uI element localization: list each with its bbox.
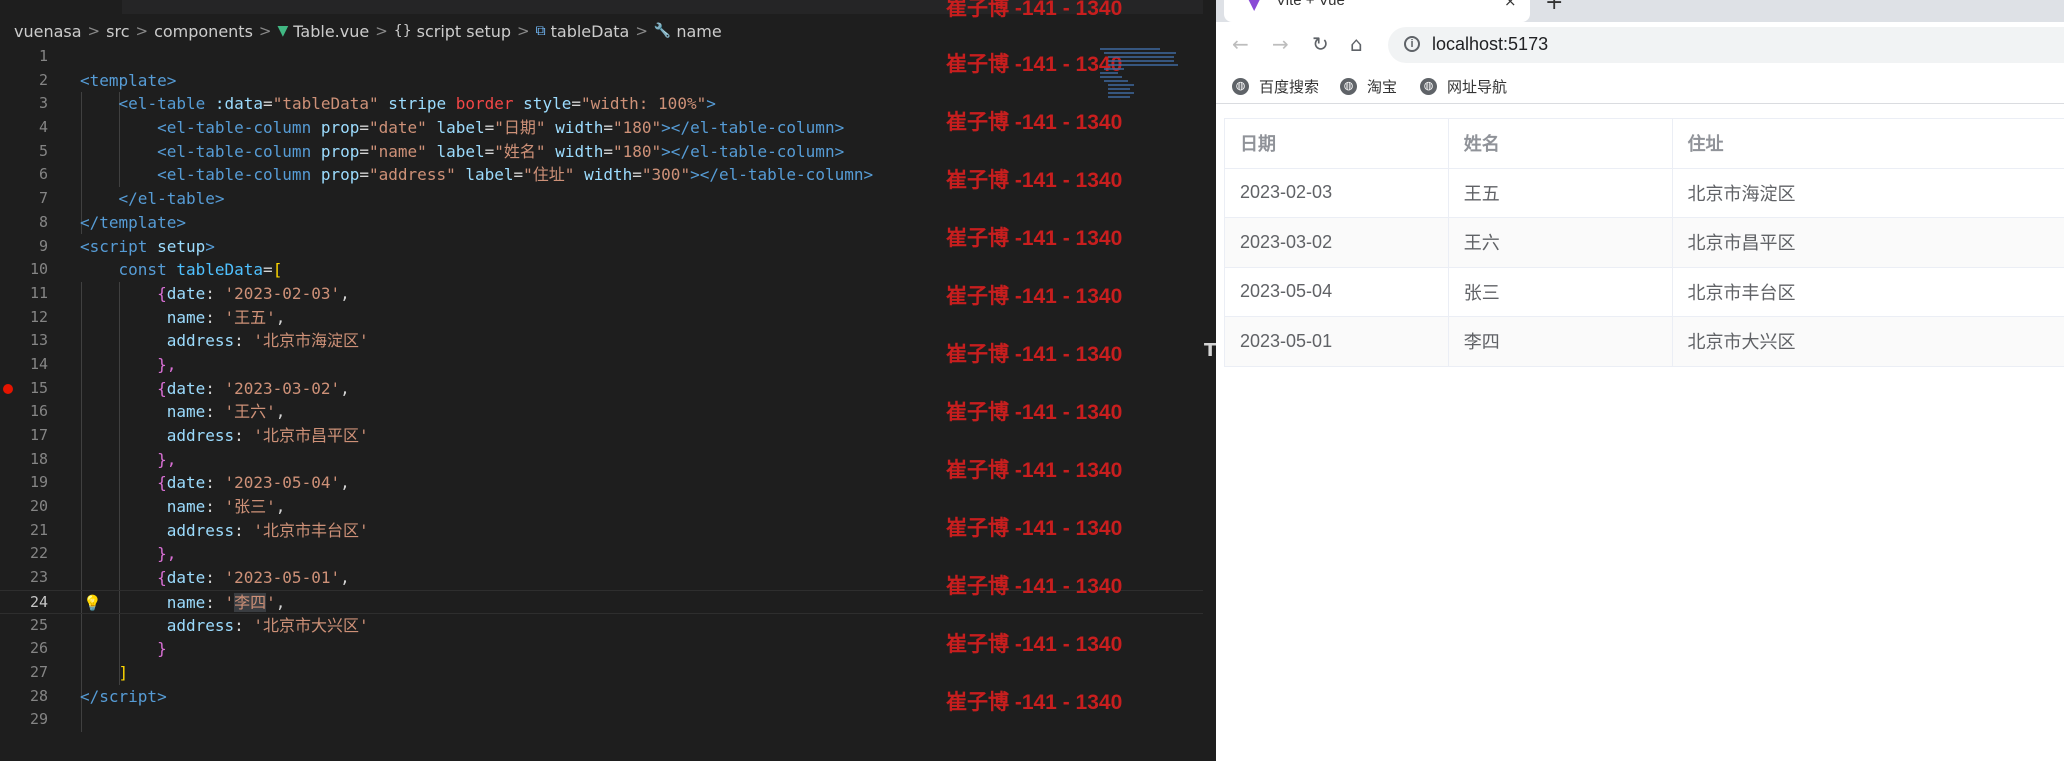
globe-icon: ◍ [1340, 78, 1357, 95]
code-line: 17 address: '北京市昌平区' [29, 426, 369, 445]
breadcrumb-separator: > [87, 22, 101, 40]
code-line: 10 const tableData=[ [29, 260, 283, 280]
watermark: 崔子博 -141 - 1340 [946, 0, 1123, 20]
watermark: 崔子博 -141 - 1340 [946, 517, 1123, 540]
code-line: 5 <el-table-column prop="name" label="姓名… [38, 141, 845, 161]
editor-tab[interactable] [122, 0, 240, 14]
close-icon[interactable]: × [1504, 0, 1517, 10]
breadcrumb-separator: > [517, 22, 530, 40]
new-tab-button[interactable]: + [1545, 0, 1563, 15]
breakpoint-icon[interactable] [3, 383, 13, 394]
bookmark-item[interactable]: ◍ 淘宝 [1340, 76, 1397, 97]
table-cell: 2023-02-03 [1224, 167, 1449, 218]
globe-icon: ◍ [1232, 78, 1249, 95]
table-cell: 2023-03-02 [1224, 217, 1449, 268]
editor-tab-active[interactable] [0, 0, 122, 14]
breadcrumb-item-components[interactable]: components [154, 22, 253, 41]
watermark: 崔子博 -141 - 1340 [946, 691, 1123, 714]
watermark: 崔子博 -141 - 1340 [946, 169, 1123, 192]
watermark: 崔子博 -141 - 1340 [946, 633, 1123, 656]
watermark: 崔子博 -141 - 1340 [946, 227, 1123, 250]
breadcrumb-separator: > [135, 22, 149, 40]
watermark: 崔子博 -141 - 1340 [946, 401, 1123, 424]
home-button[interactable]: ⌂ [1350, 32, 1363, 56]
table-cell: 王五 [1447, 167, 1673, 218]
column-header-address[interactable]: 住址 [1671, 118, 2064, 169]
bookmark-item[interactable]: ◍ 百度搜索 [1232, 76, 1319, 97]
breadcrumb-separator: > [635, 22, 648, 40]
browser-tab-strip: ▼ Vite + Vue × + [1216, 0, 2064, 22]
breadcrumb-item-project[interactable]: vuenasa [14, 22, 82, 41]
globe-icon: ◍ [1420, 78, 1437, 95]
table-cell: 2023-05-04 [1224, 266, 1449, 317]
bookmark-item[interactable]: ◍ 网址导航 [1420, 76, 1507, 97]
column-header-date[interactable]: 日期 [1224, 118, 1449, 169]
minimap[interactable] [1100, 46, 1180, 102]
edge-glyph: T [1204, 340, 1216, 361]
watermark: 崔子博 -141 - 1340 [946, 575, 1123, 598]
table-cell: 王六 [1447, 217, 1673, 268]
reload-button[interactable]: ↻ [1312, 32, 1329, 56]
vite-icon: ▼ [1248, 0, 1261, 13]
browser-toolbar: ← → ↻ ⌂ i localhost:5173 [1216, 22, 2064, 68]
info-icon[interactable]: i [1404, 36, 1420, 52]
bookmarks-bar: ◍ 百度搜索 ◍ 淘宝 ◍ 网址导航 [1216, 68, 2064, 104]
wrench-icon: 🔧 [653, 23, 672, 39]
table-header-row: 日期 姓名 住址 [1224, 118, 2064, 169]
watermark: 崔子博 -141 - 1340 [946, 459, 1123, 482]
text-selection: 李四 [234, 592, 267, 612]
address-bar[interactable]: i localhost:5173 [1388, 27, 2064, 63]
browser-tab[interactable]: ▼ Vite + Vue × [1224, 0, 1530, 22]
data-table: 日期 姓名 住址 2023-02-03 王五 北京市海淀区 2023-03-02… [1224, 118, 2064, 367]
breadcrumb-separator: > [258, 22, 272, 40]
breadcrumb-item-script-setup[interactable]: {} script setup [394, 22, 511, 41]
watermark: 崔子博 -141 - 1340 [946, 111, 1123, 134]
table-cell: 北京市丰台区 [1671, 266, 2064, 317]
url-text[interactable]: localhost:5173 [1432, 34, 1548, 55]
table-cell: 北京市大兴区 [1671, 316, 2064, 367]
vue-icon: ▼ [277, 23, 289, 39]
watermark: 崔子博 -141 - 1340 [946, 53, 1123, 76]
table-row: 2023-05-01 李四 北京市大兴区 [1224, 316, 2064, 367]
table-cell: 张三 [1447, 266, 1673, 317]
code-line: 27 ] [29, 662, 129, 682]
table-cell: 北京市海淀区 [1671, 167, 2064, 218]
variable-icon: ⧉ [535, 23, 546, 39]
tab-title: Vite + Vue [1276, 0, 1345, 9]
table-cell: 李四 [1447, 316, 1673, 367]
column-header-name[interactable]: 姓名 [1447, 118, 1673, 169]
browser-window: ▼ Vite + Vue × + ← → ↻ ⌂ i localhost:517… [1216, 0, 2064, 761]
breadcrumb-item-tabledata[interactable]: ⧉ tableData [536, 22, 630, 41]
back-button[interactable]: ← [1232, 32, 1249, 56]
watermark: 崔子博 -141 - 1340 [946, 343, 1123, 366]
table-cell: 北京市昌平区 [1671, 217, 2064, 268]
code-line: 22 }, [29, 544, 177, 564]
breadcrumb-item-name[interactable]: 🔧 name [654, 22, 722, 41]
editor-scrollbar[interactable] [1203, 0, 1216, 761]
watermark: 崔子博 -141 - 1340 [946, 285, 1123, 308]
table-row: 2023-05-04 张三 北京市丰台区 [1224, 266, 2064, 317]
table-row: 2023-03-02 王六 北京市昌平区 [1224, 217, 2064, 268]
table-cell: 2023-05-01 [1224, 316, 1449, 367]
breadcrumb-item-file[interactable]: ▼ Table.vue [278, 22, 370, 41]
breadcrumb-item-src[interactable]: src [106, 22, 129, 41]
code-editor[interactable]: vuenasa > src > components > ▼ Table.vue… [0, 0, 1216, 761]
forward-button[interactable]: → [1272, 32, 1289, 56]
table-row: 2023-02-03 王五 北京市海淀区 [1224, 167, 2064, 218]
braces-icon: {} [393, 23, 412, 39]
breadcrumb-separator: > [375, 22, 388, 40]
